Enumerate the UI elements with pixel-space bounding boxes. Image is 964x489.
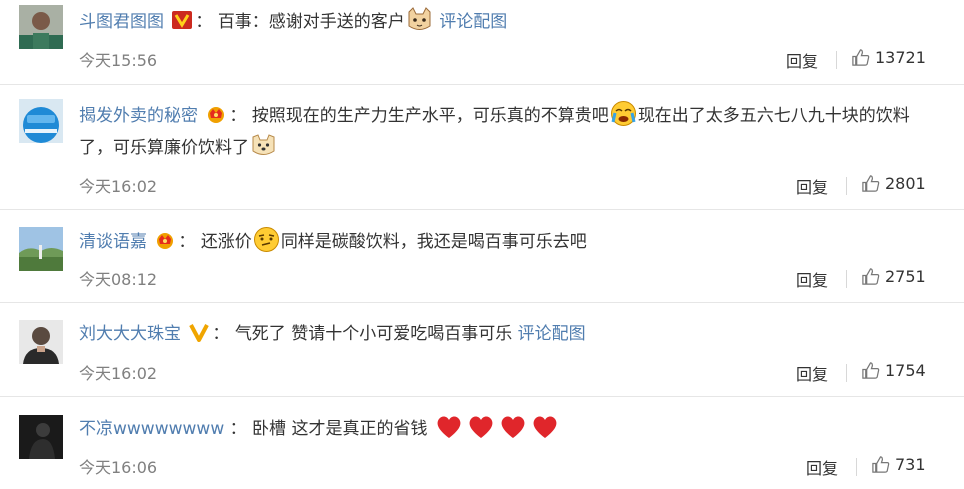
colon: ： bbox=[195, 12, 213, 32]
like-count: 13721 bbox=[875, 48, 926, 67]
comment-item: 斗图君图图 ： 百事：感谢对手送的客户 评论配图 今天15:56 回复 1372… bbox=[0, 0, 964, 85]
reply-button[interactable]: 回复 bbox=[806, 455, 838, 479]
colon: ： bbox=[229, 106, 247, 126]
comment-item: 清谈语嘉 ： 还涨价 同样是碳酸饮料，我还是喝百事可乐去吧 今天08:12 回复… bbox=[0, 210, 964, 303]
like-count: 2751 bbox=[885, 267, 926, 286]
user-name[interactable]: 斗图君图图 bbox=[79, 12, 164, 32]
colon: ： bbox=[229, 419, 247, 439]
vip-v-badge-icon bbox=[171, 10, 193, 30]
reply-button[interactable]: 回复 bbox=[796, 267, 828, 291]
like-count: 731 bbox=[895, 455, 926, 474]
comment-item: 不凉wwwwwwww ： 卧槽 这才是真正的省钱 今天16:06 回复 731 bbox=[0, 397, 964, 489]
thumbs-up-icon bbox=[862, 175, 880, 192]
user-name[interactable]: 揭发外卖的秘密 bbox=[79, 106, 198, 126]
heart-icon bbox=[499, 414, 527, 440]
divider bbox=[846, 177, 847, 195]
like-button[interactable]: 2801 bbox=[861, 174, 926, 193]
comment-text: 还涨价 bbox=[200, 232, 252, 252]
divider bbox=[846, 364, 847, 382]
reply-button[interactable]: 回复 bbox=[786, 48, 818, 72]
crown-badge-icon bbox=[205, 104, 227, 124]
colon: ： bbox=[178, 232, 196, 252]
like-button[interactable]: 731 bbox=[871, 455, 926, 474]
like-button[interactable]: 13721 bbox=[851, 48, 926, 67]
avatar[interactable] bbox=[19, 5, 63, 49]
dog-face-icon bbox=[250, 132, 277, 159]
colon: ： bbox=[212, 324, 230, 344]
divider bbox=[836, 51, 837, 69]
comment-time: 今天08:12 bbox=[79, 270, 158, 289]
user-name[interactable]: 刘大大大珠宝 bbox=[79, 324, 181, 344]
avatar[interactable] bbox=[19, 320, 63, 364]
reply-button[interactable]: 回复 bbox=[796, 174, 828, 198]
comment-item: 揭发外卖的秘密 ： 按照现在的生产力生产水平，可乐真的不算贵吧 现在出了太多五六… bbox=[0, 85, 964, 210]
thumbs-up-icon bbox=[862, 268, 880, 285]
comment-text: 气死了 赞请十个小可爱吃喝百事可乐 bbox=[234, 324, 513, 344]
comment-time: 今天16:06 bbox=[79, 458, 158, 477]
avatar[interactable] bbox=[19, 99, 63, 143]
heart-icon bbox=[531, 414, 559, 440]
avatar[interactable] bbox=[19, 415, 63, 459]
cat-face-icon bbox=[406, 6, 433, 33]
like-button[interactable]: 1754 bbox=[861, 361, 926, 380]
like-count: 2801 bbox=[885, 174, 926, 193]
thumbs-up-icon bbox=[852, 49, 870, 66]
comment-text: 按照现在的生产力生产水平，可乐真的不算贵吧 bbox=[251, 106, 609, 126]
divider bbox=[856, 458, 857, 476]
avatar[interactable] bbox=[19, 227, 63, 271]
comment-time: 今天15:56 bbox=[79, 51, 158, 70]
like-button[interactable]: 2751 bbox=[861, 267, 926, 286]
comment-text: 百事：感谢对手送的客户 bbox=[217, 12, 405, 32]
heart-icon bbox=[467, 414, 495, 440]
user-name[interactable]: 清谈语嘉 bbox=[79, 232, 147, 252]
comment-text: 卧槽 这才是真正的省钱 bbox=[252, 419, 428, 439]
heart-icon bbox=[435, 414, 463, 440]
comment-text: 同样是碳酸饮料，我还是喝百事可乐去吧 bbox=[280, 232, 587, 252]
crown-badge-icon bbox=[154, 230, 176, 250]
thinking-face-icon bbox=[253, 226, 280, 253]
comment-image-link[interactable]: 评论配图 bbox=[518, 324, 586, 344]
thumbs-up-icon bbox=[872, 456, 890, 473]
crying-face-icon bbox=[610, 100, 637, 127]
like-count: 1754 bbox=[885, 361, 926, 380]
comment-image-link[interactable]: 评论配图 bbox=[439, 12, 507, 32]
comment-time: 今天16:02 bbox=[79, 177, 158, 196]
reply-button[interactable]: 回复 bbox=[796, 361, 828, 385]
vip-v-badge-icon bbox=[188, 322, 210, 342]
comment-item: 刘大大大珠宝 ： 气死了 赞请十个小可爱吃喝百事可乐 评论配图 今天16:02 … bbox=[0, 303, 964, 397]
user-name[interactable]: 不凉wwwwwwww bbox=[79, 419, 224, 439]
divider bbox=[846, 270, 847, 288]
thumbs-up-icon bbox=[862, 362, 880, 379]
comment-time: 今天16:02 bbox=[79, 364, 158, 383]
